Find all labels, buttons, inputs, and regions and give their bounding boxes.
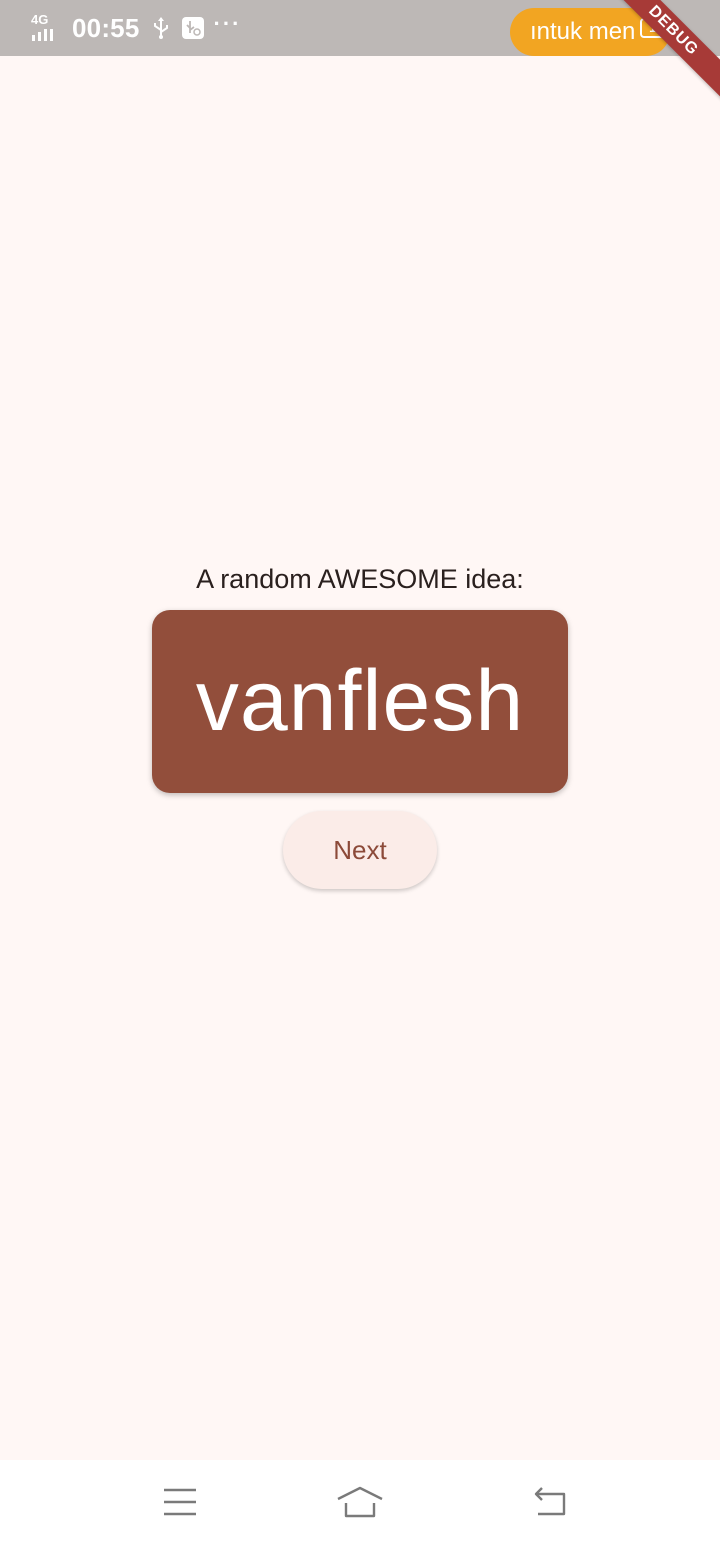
idea-text: vanflesh	[195, 653, 525, 749]
status-time: 00:55	[72, 12, 140, 43]
status-left: 4G 00:55 ···	[30, 10, 241, 46]
status-bar: 4G 00:55 ··· ıntuk men 100	[0, 0, 720, 56]
network-type: 4G	[31, 12, 49, 27]
main-content: A random AWESOME idea: vanflesh Next	[0, 56, 720, 1460]
menu-icon[interactable]	[156, 1480, 204, 1524]
toast-text: ıntuk men	[530, 18, 636, 45]
idea-label: A random AWESOME idea:	[196, 564, 524, 594]
usb-debug-icon	[181, 17, 204, 39]
idea-card: vanflesh	[152, 610, 568, 793]
usb-icon	[150, 17, 172, 39]
next-button[interactable]: Next	[283, 811, 437, 889]
more-notifications: ···	[213, 11, 242, 36]
navigation-bar	[0, 1460, 720, 1544]
home-icon[interactable]	[336, 1480, 384, 1524]
signal-icon: 4G	[30, 13, 62, 43]
back-icon[interactable]	[526, 1480, 574, 1524]
